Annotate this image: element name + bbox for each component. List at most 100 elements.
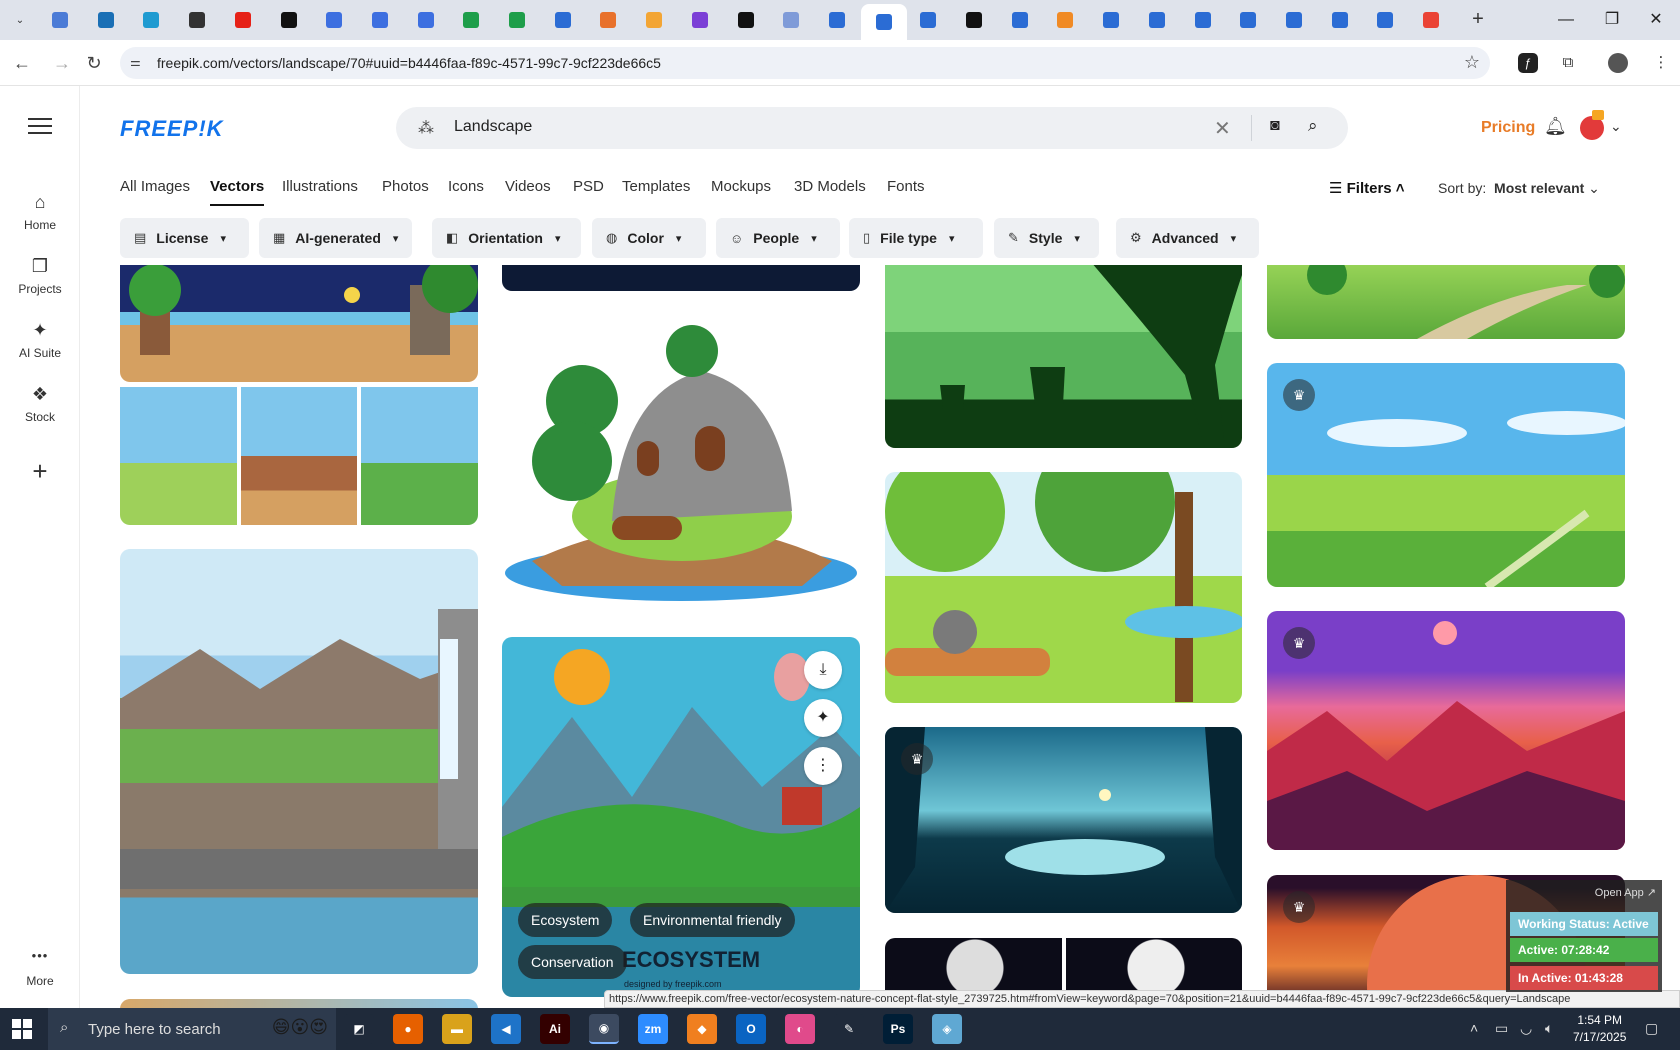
result-card-night-beach[interactable] (120, 265, 478, 382)
notification-center-icon[interactable]: ▢ (1645, 1020, 1658, 1037)
browser-tab[interactable] (906, 6, 950, 34)
tab-fonts[interactable]: Fonts (887, 178, 925, 195)
browser-tab[interactable] (358, 6, 402, 34)
result-card-ecosystem[interactable]: ECOSYSTEM designed by freepik.com ⤓ ✦ ⋮ … (502, 637, 860, 997)
filter-chip-color[interactable]: ◍ Color ▾ (592, 218, 706, 258)
tag-ecosystem[interactable]: Ecosystem (518, 903, 613, 937)
reload-icon[interactable]: ↻ (82, 51, 106, 75)
search-input[interactable]: Landscape (454, 118, 532, 136)
browser-tab[interactable] (678, 6, 722, 34)
taskbar-app-icon[interactable]: Ai (540, 1014, 570, 1044)
extension-icon[interactable]: ƒ (1518, 53, 1538, 73)
browser-tab[interactable] (1272, 6, 1316, 34)
extensions-puzzle-icon[interactable]: ⧉ (1555, 50, 1581, 76)
rail-item-stock[interactable]: ❖ Stock (0, 384, 80, 424)
browser-tab[interactable] (84, 6, 128, 34)
browser-tab[interactable] (404, 6, 448, 34)
taskbar-app-icon[interactable]: ● (393, 1014, 423, 1044)
tab-vectors[interactable]: Vectors (210, 178, 265, 206)
result-card-waterfall[interactable] (120, 549, 478, 974)
result-card-deer[interactable] (885, 265, 1242, 448)
filter-chip-people[interactable]: ☺ People ▾ (716, 218, 840, 258)
download-icon[interactable]: ⤓ (804, 651, 842, 689)
tab-photos[interactable]: Photos (382, 178, 429, 195)
windows-start-icon[interactable] (12, 1019, 32, 1039)
result-card-three-panels[interactable] (120, 387, 478, 525)
profile-avatar[interactable] (1608, 53, 1628, 73)
browser-tab[interactable] (495, 6, 539, 34)
tab-mockups[interactable]: Mockups (711, 178, 771, 195)
account-chevron-down-icon[interactable]: ⌄ (1610, 118, 1622, 135)
rail-item-projects[interactable]: ❐ Projects (0, 256, 80, 296)
result-card-dark-top[interactable] (502, 265, 860, 291)
browser-tab[interactable] (267, 6, 311, 34)
browser-tab[interactable] (769, 6, 813, 34)
browser-tab[interactable] (1318, 6, 1362, 34)
wifi-icon[interactable]: ◡ (1520, 1020, 1532, 1037)
hamburger-menu-icon[interactable] (28, 118, 52, 134)
taskbar-app-icon[interactable]: ✎ (834, 1014, 864, 1044)
new-tab-button[interactable]: + (1466, 8, 1490, 32)
taskbar-app-icon[interactable]: ◀ (491, 1014, 521, 1044)
result-card-forest-pond[interactable] (885, 472, 1242, 703)
tab-illustrations[interactable]: Illustrations (282, 178, 358, 195)
browser-tab[interactable] (815, 6, 859, 34)
taskbar-app-icon[interactable]: Ps (883, 1014, 913, 1044)
result-card-lake-sunrise[interactable]: ♛ (885, 727, 1242, 913)
taskbar-app-icon[interactable]: ◈ (932, 1014, 962, 1044)
filter-chip-ai-generated[interactable]: ▦ AI-generated ▾ (259, 218, 412, 258)
tag-conservation[interactable]: Conservation (518, 945, 627, 979)
filter-chip-license[interactable]: ▤ License ▾ (120, 218, 249, 258)
browser-tab[interactable] (1226, 6, 1270, 34)
open-app-link[interactable]: Open App ↗ (1595, 886, 1656, 899)
taskbar-app-icon[interactable]: ◐ (785, 1014, 815, 1044)
browser-tab[interactable] (724, 6, 768, 34)
back-icon[interactable]: ← (10, 51, 34, 75)
taskbar-app-icon[interactable]: ◩ (344, 1014, 374, 1044)
filter-chip-file-type[interactable]: ▯ File type ▾ (849, 218, 983, 258)
result-card-sunset-wolf[interactable]: ♛ (1267, 611, 1625, 850)
restore-icon[interactable]: ❐ (1592, 6, 1632, 34)
rail-item-more[interactable]: ••• More (0, 948, 80, 988)
browser-tab[interactable] (1043, 6, 1087, 34)
browser-tab[interactable] (541, 6, 585, 34)
tray-chevron-up-icon[interactable]: ˄ (1470, 1020, 1478, 1036)
taskbar-app-icon[interactable]: ◉ (589, 1014, 619, 1044)
camera-search-icon[interactable]: ◙ (1270, 117, 1280, 135)
filter-chip-advanced[interactable]: ⚙ Advanced ▾ (1116, 218, 1259, 258)
browser-tab[interactable] (1409, 6, 1453, 34)
minimize-icon[interactable]: — (1546, 6, 1586, 34)
tab-all-images[interactable]: All Images (120, 178, 190, 195)
browser-menu-icon[interactable]: ⋮ (1648, 50, 1674, 76)
freepik-logo[interactable]: FREEP!K (120, 116, 224, 142)
browser-tab[interactable] (175, 6, 219, 34)
tab-videos[interactable]: Videos (505, 178, 551, 195)
search-type-icon[interactable]: ⁂ (418, 118, 434, 138)
taskbar-app-icon[interactable]: ▬ (442, 1014, 472, 1044)
rail-item-ai-suite[interactable]: ✦ AI Suite (0, 320, 80, 360)
rail-item-home[interactable]: ⌂ Home (0, 192, 80, 232)
browser-tab[interactable] (1181, 6, 1225, 34)
tag-environmental-friendly[interactable]: Environmental friendly (630, 903, 795, 937)
taskbar-search[interactable]: ⌕ Type here to search 😄😮😍 (48, 1008, 336, 1050)
address-bar[interactable]: ⚌ freepik.com/vectors/landscape/70#uuid=… (120, 47, 1490, 79)
result-card-partial[interactable] (120, 999, 478, 1008)
network-icon[interactable]: ▭ (1495, 1020, 1508, 1037)
taskbar-app-icon[interactable]: O (736, 1014, 766, 1044)
filter-chip-orientation[interactable]: ◧ Orientation ▾ (432, 218, 581, 258)
filter-chip-style[interactable]: ✎ Style ▾ (994, 218, 1099, 258)
browser-tab-active[interactable] (860, 4, 907, 40)
sort-dropdown[interactable]: Sort by: Most relevant ⌄ (1438, 180, 1600, 197)
browser-tab[interactable] (952, 6, 996, 34)
browser-tab[interactable] (632, 6, 676, 34)
browser-tab[interactable] (221, 6, 265, 34)
tab-3d-models[interactable]: 3D Models (794, 178, 866, 195)
add-button[interactable]: + (0, 456, 80, 487)
result-card-meadow[interactable]: ♛ (1267, 363, 1625, 587)
browser-tab[interactable] (312, 6, 356, 34)
result-card-green-path[interactable] (1267, 265, 1625, 339)
search-icon[interactable]: ⌕ (1308, 116, 1318, 136)
ai-edit-sparkle-icon[interactable]: ✦ (804, 699, 842, 737)
taskbar-app-icon[interactable]: ◆ (687, 1014, 717, 1044)
forward-icon[interactable]: → (50, 51, 74, 75)
